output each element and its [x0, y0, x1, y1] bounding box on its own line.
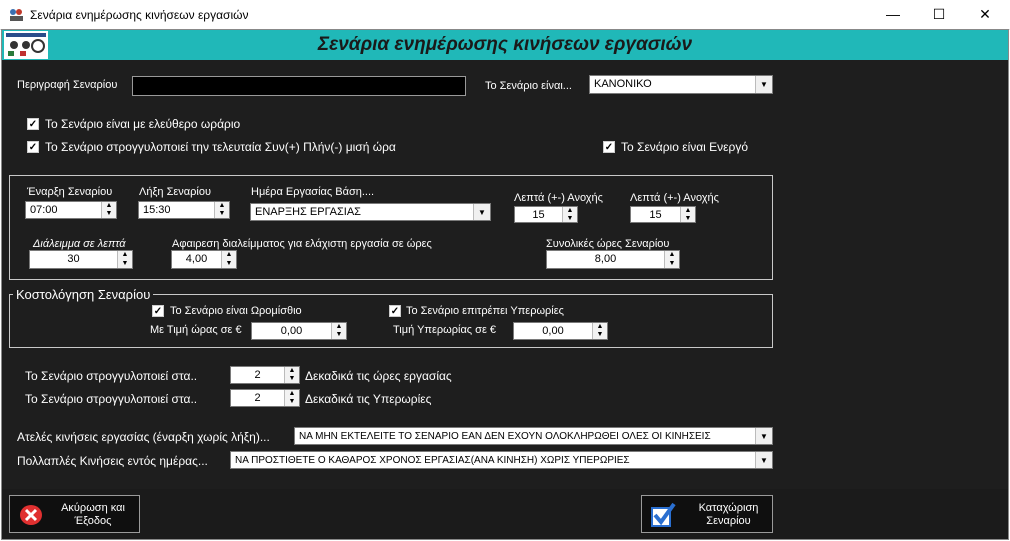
- cancel-icon: [20, 505, 42, 525]
- overtime-allowed-checkbox[interactable]: ✓: [389, 305, 401, 317]
- round-last-checkbox[interactable]: ✓: [27, 141, 39, 153]
- incomplete-label: Ατελές κινήσεις εργασίας (έναρξη χωρίς λ…: [17, 430, 270, 444]
- window-title: Σενάρια ενημέρωσης κινήσεων εργασιών: [30, 8, 249, 22]
- close-button[interactable]: ✕: [962, 0, 1008, 29]
- header-banner: Σενάρια ενημέρωσης κινήσεων εργασιών: [2, 30, 1008, 60]
- rate-label: Με Τιμή ώρας σε €: [150, 324, 242, 336]
- incomplete-select[interactable]: ΝΑ ΜΗΝ ΕΚΤΕΛΕΙΤΕ ΤΟ ΣΕΝΑΡΙΟ ΕΑΝ ΔΕΝ ΕΧΟΥ…: [294, 427, 773, 445]
- minimize-button[interactable]: —: [870, 0, 916, 29]
- scenario-type-select[interactable]: ΚΑΝΟΝΙΚΟ ▼: [589, 75, 773, 94]
- tolerance-label-2: Λεπτά (+-) Ανοχής: [630, 192, 719, 204]
- free-hours-label: Το Σενάριο είναι με ελεύθερο ωράριο: [45, 117, 241, 131]
- chevron-down-icon: ▼: [755, 76, 772, 93]
- checkbox-icon: [651, 502, 676, 527]
- multiple-select[interactable]: ΝΑ ΠΡΟΣΤΙΘΕΤΕ Ο ΚΑΘΑΡΟΣ ΧΡΟΝΟΣ ΕΡΓΑΣΙΑΣ(…: [230, 451, 773, 469]
- work-day-select[interactable]: ΕΝΑΡΞΗΣ ΕΡΓΑΣΙΑΣ ▼: [250, 203, 491, 221]
- rate-input[interactable]: 0,00 ▲ ▼: [251, 322, 347, 340]
- round-hours-suffix: Δεκαδικά τις ώρες εργασίας: [305, 369, 452, 383]
- total-hours-label: Συνολικές ώρες Σεναρίου: [546, 238, 670, 250]
- start-time-input[interactable]: 07:00 ▲ ▼: [25, 201, 117, 219]
- save-label-1: Καταχώριση: [698, 502, 759, 514]
- round-overtime-label: Το Σενάριο στρογγυλοποιεί στα..: [25, 392, 198, 406]
- save-label-2: Σεναρίου: [706, 515, 751, 527]
- overtime-allowed-label: Το Σενάριο επιτρέπει Υπερωρίες: [406, 305, 564, 317]
- page-title: Σενάρια ενημέρωσης κινήσεων εργασιών: [317, 34, 693, 55]
- work-day-label: Ημέρα Εργασίας Βάση....: [251, 186, 375, 198]
- deduct-label: Αφαιρεση διαλείμματος για ελάχιστη εργασ…: [172, 238, 432, 250]
- app-icon: [10, 9, 23, 21]
- description-label: Περιγραφή Σεναρίου: [17, 79, 118, 91]
- costing-legend: Κοστολόγηση Σεναρίου: [13, 287, 154, 302]
- tolerance-input-1[interactable]: 15 ▲ ▼: [514, 206, 578, 223]
- free-hours-checkbox[interactable]: ✓: [27, 118, 39, 130]
- cancel-label-1: Ακύρωση και: [61, 502, 125, 514]
- hourly-checkbox[interactable]: ✓: [152, 305, 164, 317]
- start-label: Έναρξη Σεναρίου: [27, 186, 113, 198]
- maximize-button[interactable]: ☐: [916, 0, 962, 29]
- title-bar: Σενάρια ενημέρωσης κινήσεων εργασιών — ☐…: [0, 0, 1010, 30]
- round-overtime-input[interactable]: 2 ▲ ▼: [230, 389, 300, 407]
- chevron-down-icon: ▼: [473, 204, 490, 220]
- description-input[interactable]: [132, 76, 466, 96]
- save-button[interactable]: Καταχώριση Σεναρίου: [641, 495, 773, 533]
- end-time-input[interactable]: 15:30 ▲ ▼: [138, 201, 230, 219]
- break-input[interactable]: 30 ▲ ▼: [29, 250, 133, 269]
- chevron-down-icon: ▼: [755, 428, 772, 444]
- break-label: Διάλειμμα σε λεπτά: [33, 238, 126, 250]
- round-hours-label: Το Σενάριο στρογγυλοποιεί στα..: [25, 369, 198, 383]
- hourly-label: Το Σενάριο είναι Ωρομίσθιο: [170, 305, 302, 317]
- total-hours-input[interactable]: 8,00 ▲ ▼: [546, 250, 680, 269]
- tolerance-input-2[interactable]: 15 ▲ ▼: [630, 206, 696, 223]
- active-checkbox[interactable]: ✓: [603, 141, 615, 153]
- round-overtime-suffix: Δεκαδικά τις Υπερωρίες: [305, 392, 432, 406]
- cancel-label-2: Έξοδος: [74, 515, 112, 527]
- cancel-button[interactable]: Ακύρωση και Έξοδος: [9, 495, 140, 533]
- ot-rate-label: Τιμή Υπερωρίας σε €: [393, 324, 497, 336]
- round-hours-input[interactable]: 2 ▲ ▼: [230, 366, 300, 384]
- round-last-label: Το Σενάριο στρογγυλοποιεί την τελευταία …: [45, 140, 396, 154]
- active-label: Το Σενάριο είναι Ενεργό: [621, 140, 749, 154]
- chevron-down-icon: ▼: [755, 452, 772, 468]
- tolerance-label-1: Λεπτά (+-) Ανοχής: [514, 192, 603, 204]
- multiple-label: Πολλαπλές Κινήσεις εντός ημέρας...: [17, 454, 208, 468]
- costing-group: [9, 294, 773, 348]
- footer: [2, 489, 1008, 539]
- ot-rate-input[interactable]: 0,00 ▲ ▼: [513, 322, 608, 340]
- deduct-input[interactable]: 4,00 ▲ ▼: [171, 250, 237, 269]
- scenario-type-label: Το Σενάριο είναι...: [485, 80, 572, 92]
- end-label: Λήξη Σεναρίου: [139, 186, 211, 198]
